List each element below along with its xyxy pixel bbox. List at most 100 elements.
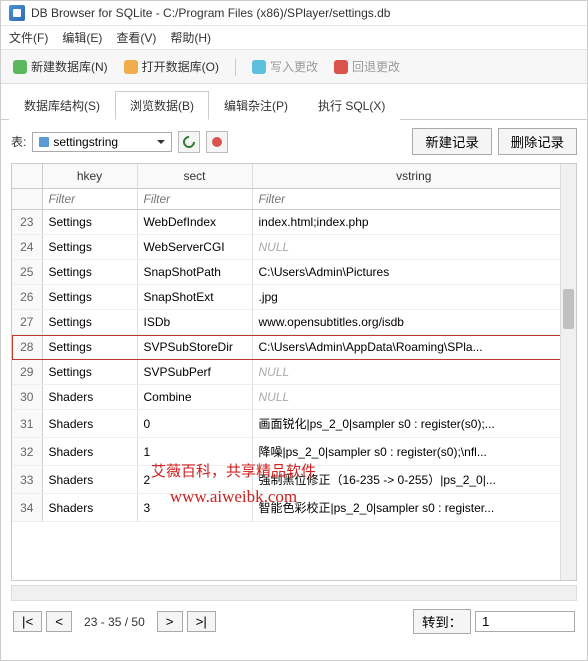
data-table: hkey sect vstring 23SettingsWebDefIndexi… bbox=[11, 163, 577, 581]
open-db-icon bbox=[124, 60, 138, 74]
cell-hkey[interactable]: Settings bbox=[42, 310, 137, 335]
new-db-icon bbox=[13, 60, 27, 74]
cell-hkey[interactable]: Shaders bbox=[42, 385, 137, 410]
cell-vstring[interactable]: C:\Users\Admin\Pictures bbox=[252, 260, 576, 285]
chevron-down-icon bbox=[157, 140, 165, 144]
menu-file[interactable]: 文件(F) bbox=[9, 29, 48, 46]
goto-button[interactable]: 转到： bbox=[413, 609, 471, 634]
table-row[interactable]: 26SettingsSnapShotExt.jpg bbox=[12, 285, 576, 310]
menubar: 文件(F) 编辑(E) 查看(V) 帮助(H) bbox=[1, 26, 587, 49]
refresh-button[interactable] bbox=[178, 131, 200, 153]
rownum: 23 bbox=[12, 210, 42, 235]
cell-vstring[interactable]: .jpg bbox=[252, 285, 576, 310]
cell-hkey[interactable]: Shaders bbox=[42, 494, 137, 522]
cell-hkey[interactable]: Shaders bbox=[42, 410, 137, 438]
table-select[interactable]: settingstring bbox=[32, 132, 172, 152]
cell-vstring[interactable]: NULL bbox=[252, 235, 576, 260]
table-row[interactable]: 28SettingsSVPSubStoreDirC:\Users\Admin\A… bbox=[12, 335, 576, 360]
column-header-hkey[interactable]: hkey bbox=[42, 164, 137, 189]
table-row[interactable]: 25SettingsSnapShotPathC:\Users\Admin\Pic… bbox=[12, 260, 576, 285]
table-row[interactable]: 34Shaders3智能色彩校正|ps_2_0|sampler s0 : reg… bbox=[12, 494, 576, 522]
rownum: 29 bbox=[12, 360, 42, 385]
cell-hkey[interactable]: Settings bbox=[42, 260, 137, 285]
cell-sect[interactable]: SVPSubStoreDir bbox=[137, 335, 252, 360]
revert-changes-button[interactable]: 回退更改 bbox=[330, 56, 404, 77]
delete-record-button[interactable]: 删除记录 bbox=[498, 128, 577, 155]
first-page-button[interactable]: |< bbox=[13, 611, 42, 632]
column-header-vstring[interactable]: vstring bbox=[252, 164, 576, 189]
last-page-button[interactable]: >| bbox=[187, 611, 216, 632]
cell-vstring[interactable]: 强制黑位修正（16-235 -> 0-255）|ps_2_0|... bbox=[252, 466, 576, 494]
next-page-button[interactable]: > bbox=[157, 611, 183, 632]
vertical-scrollbar[interactable] bbox=[560, 164, 576, 580]
cell-hkey[interactable]: Settings bbox=[42, 285, 137, 310]
tab-structure[interactable]: 数据库结构(S) bbox=[9, 91, 115, 120]
new-record-button[interactable]: 新建记录 bbox=[412, 128, 491, 155]
filter-hkey[interactable] bbox=[49, 192, 131, 206]
rownum: 32 bbox=[12, 438, 42, 466]
selected-table-name: settingstring bbox=[53, 135, 118, 149]
table-row[interactable]: 27SettingsISDbwww.opensubtitles.org/isdb bbox=[12, 310, 576, 335]
cell-hkey[interactable]: Settings bbox=[42, 335, 137, 360]
clear-filters-button[interactable] bbox=[206, 131, 228, 153]
rownum: 33 bbox=[12, 466, 42, 494]
column-header-sect[interactable]: sect bbox=[137, 164, 252, 189]
titlebar: DB Browser for SQLite - C:/Program Files… bbox=[1, 1, 587, 26]
table-row[interactable]: 31Shaders0画面锐化|ps_2_0|sampler s0 : regis… bbox=[12, 410, 576, 438]
cell-sect[interactable]: 3 bbox=[137, 494, 252, 522]
menu-view[interactable]: 查看(V) bbox=[116, 29, 156, 46]
filter-vstring[interactable] bbox=[259, 192, 570, 206]
table-label: 表: bbox=[11, 133, 26, 150]
rownum: 25 bbox=[12, 260, 42, 285]
cell-hkey[interactable]: Settings bbox=[42, 210, 137, 235]
tab-browse[interactable]: 浏览数据(B) bbox=[115, 91, 209, 120]
table-row[interactable]: 24SettingsWebServerCGINULL bbox=[12, 235, 576, 260]
cell-sect[interactable]: Combine bbox=[137, 385, 252, 410]
cell-hkey[interactable]: Shaders bbox=[42, 438, 137, 466]
cell-vstring[interactable]: 降噪|ps_2_0|sampler s0 : register(s0);\nfl… bbox=[252, 438, 576, 466]
pager: |< < 23 - 35 / 50 > >| 转到： bbox=[1, 601, 587, 642]
menu-edit[interactable]: 编辑(E) bbox=[62, 29, 102, 46]
table-row[interactable]: 33Shaders2强制黑位修正（16-235 -> 0-255）|ps_2_0… bbox=[12, 466, 576, 494]
cell-hkey[interactable]: Settings bbox=[42, 235, 137, 260]
cell-sect[interactable]: WebServerCGI bbox=[137, 235, 252, 260]
cell-vstring[interactable]: www.opensubtitles.org/isdb bbox=[252, 310, 576, 335]
cell-sect[interactable]: 2 bbox=[137, 466, 252, 494]
write-changes-button[interactable]: 写入更改 bbox=[248, 56, 322, 77]
cell-sect[interactable]: SnapShotPath bbox=[137, 260, 252, 285]
browse-subbar: 表: settingstring 新建记录 删除记录 bbox=[1, 120, 587, 163]
rownum: 24 bbox=[12, 235, 42, 260]
goto-input[interactable] bbox=[475, 611, 575, 632]
menu-help[interactable]: 帮助(H) bbox=[170, 29, 211, 46]
cell-vstring[interactable]: 智能色彩校正|ps_2_0|sampler s0 : register... bbox=[252, 494, 576, 522]
tab-pragmas[interactable]: 编辑杂注(P) bbox=[209, 91, 303, 120]
filter-sect[interactable] bbox=[144, 192, 246, 206]
window-title: DB Browser for SQLite - C:/Program Files… bbox=[31, 6, 390, 20]
cell-vstring[interactable]: index.html;index.php bbox=[252, 210, 576, 235]
cell-vstring[interactable]: NULL bbox=[252, 385, 576, 410]
table-row[interactable]: 32Shaders1降噪|ps_2_0|sampler s0 : registe… bbox=[12, 438, 576, 466]
horizontal-scrollbar[interactable] bbox=[11, 585, 577, 601]
cell-sect[interactable]: SVPSubPerf bbox=[137, 360, 252, 385]
cell-vstring[interactable]: C:\Users\Admin\AppData\Roaming\SPla... bbox=[252, 335, 576, 360]
cell-sect[interactable]: 0 bbox=[137, 410, 252, 438]
cell-sect[interactable]: 1 bbox=[137, 438, 252, 466]
cell-vstring[interactable]: 画面锐化|ps_2_0|sampler s0 : register(s0);..… bbox=[252, 410, 576, 438]
cell-sect[interactable]: WebDefIndex bbox=[137, 210, 252, 235]
open-database-button[interactable]: 打开数据库(O) bbox=[120, 56, 223, 77]
cell-sect[interactable]: ISDb bbox=[137, 310, 252, 335]
cell-vstring[interactable]: NULL bbox=[252, 360, 576, 385]
save-icon bbox=[252, 60, 266, 74]
revert-icon bbox=[334, 60, 348, 74]
cell-hkey[interactable]: Settings bbox=[42, 360, 137, 385]
cell-sect[interactable]: SnapShotExt bbox=[137, 285, 252, 310]
cell-hkey[interactable]: Shaders bbox=[42, 466, 137, 494]
rownum: 30 bbox=[12, 385, 42, 410]
table-row[interactable]: 30ShadersCombineNULL bbox=[12, 385, 576, 410]
prev-page-button[interactable]: < bbox=[46, 611, 72, 632]
new-database-button[interactable]: 新建数据库(N) bbox=[9, 56, 112, 77]
table-row[interactable]: 29SettingsSVPSubPerfNULL bbox=[12, 360, 576, 385]
scrollbar-thumb[interactable] bbox=[563, 289, 574, 329]
tab-exec-sql[interactable]: 执行 SQL(X) bbox=[303, 91, 400, 120]
table-row[interactable]: 23SettingsWebDefIndexindex.html;index.ph… bbox=[12, 210, 576, 235]
